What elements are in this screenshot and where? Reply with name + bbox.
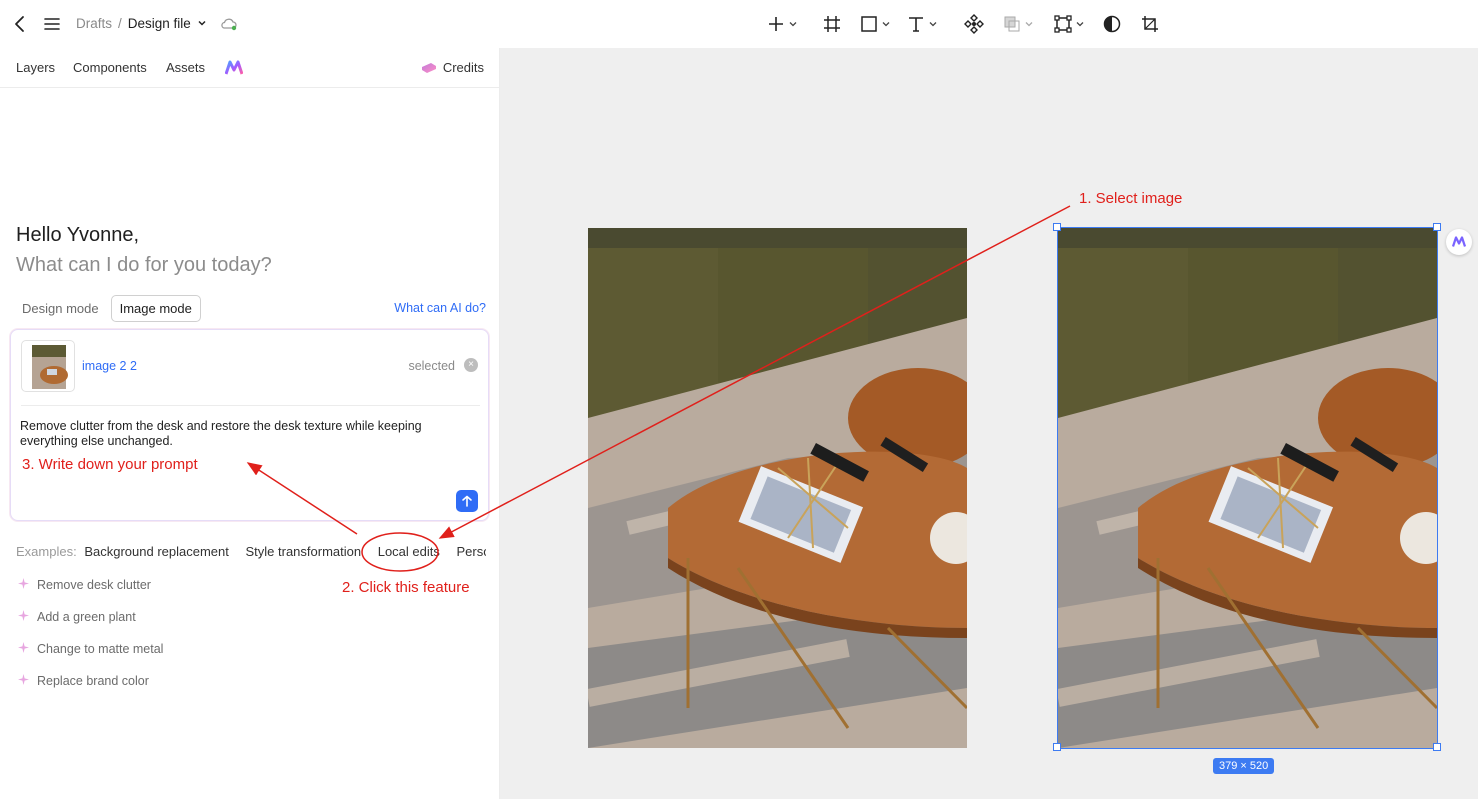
arrow-up-icon (462, 495, 472, 507)
component-tool-button[interactable] (963, 12, 985, 36)
chevron-down-icon (929, 22, 937, 27)
image-mode-tab[interactable]: Image mode (110, 295, 201, 322)
resize-handle[interactable] (1433, 743, 1441, 751)
chevron-down-icon (1076, 22, 1084, 27)
chevron-down-icon (882, 22, 890, 27)
boolean-icon (1004, 16, 1020, 32)
canvas-image-selected[interactable] (1058, 228, 1437, 748)
resize-handle[interactable] (1053, 743, 1061, 751)
vector-icon (1054, 15, 1072, 33)
examples-row: Examples: Background replacement Style t… (16, 544, 486, 568)
suggestion-label: Add a green plant (37, 610, 136, 624)
ai-assistant-panel: Layers Components Assets Credits Hello Y… (0, 48, 500, 799)
crop-tool-button[interactable] (1140, 12, 1160, 36)
send-button[interactable] (456, 490, 478, 512)
credits-icon (421, 62, 436, 73)
example-style-transformation[interactable]: Style transformation (245, 544, 361, 559)
resize-handle[interactable] (1433, 223, 1441, 231)
greeting: Hello Yvonne, (16, 224, 140, 246)
suggestion-item[interactable]: Add a green plant (18, 610, 136, 624)
top-toolbar: Drafts / Design file (0, 0, 1478, 48)
design-mode-tab[interactable]: Design mode (14, 296, 107, 321)
ai-logo-icon[interactable] (224, 60, 244, 81)
divider (21, 405, 480, 406)
suggestion-label: Remove desk clutter (37, 578, 151, 592)
canvas-image-original[interactable] (588, 228, 967, 748)
prompt-input[interactable]: Remove clutter from the desk and restore… (20, 419, 460, 449)
chevron-down-icon (789, 22, 797, 27)
add-tool-button[interactable] (766, 12, 798, 36)
menu-icon[interactable] (43, 14, 61, 34)
text-icon (909, 17, 923, 32)
suggestion-item[interactable]: Replace brand color (18, 674, 149, 688)
design-canvas[interactable]: 379 × 520 (500, 48, 1478, 799)
clear-attachment-icon[interactable]: × (464, 358, 478, 372)
text-tool-button[interactable] (906, 12, 938, 36)
frame-tool-button[interactable] (822, 12, 842, 36)
contrast-tool-button[interactable] (1102, 12, 1122, 36)
sparkle-icon (18, 578, 29, 592)
breadcrumb: Drafts / Design file (76, 16, 207, 31)
suggestion-item[interactable]: Change to matte metal (18, 642, 163, 656)
ai-logo-icon (1452, 236, 1466, 247)
tab-components[interactable]: Components (73, 60, 147, 75)
suggestion-label: Change to matte metal (37, 642, 164, 656)
example-personalization[interactable]: Persor (457, 544, 487, 559)
prompt-box: image 2 2 selected × Remove clutter from… (10, 329, 489, 521)
contrast-icon (1103, 15, 1121, 33)
boolean-tool-button[interactable] (1002, 12, 1034, 36)
breadcrumb-separator: / (118, 16, 122, 31)
attachment-status: selected (408, 359, 455, 373)
attached-image-name[interactable]: image 2 2 (82, 359, 137, 373)
panel-tabs: Layers Components Assets Credits (0, 48, 500, 88)
example-background-replacement[interactable]: Background replacement (84, 544, 229, 559)
annotation-step3: 3. Write down your prompt (22, 456, 198, 473)
vector-tool-button[interactable] (1053, 12, 1085, 36)
credits-button[interactable]: Credits (421, 60, 484, 75)
resize-handle[interactable] (1053, 223, 1061, 231)
what-can-ai-do-link[interactable]: What can AI do? (394, 301, 486, 315)
annotation-step1: 1. Select image (1079, 190, 1183, 207)
tab-layers[interactable]: Layers (16, 60, 55, 75)
chevron-down-icon[interactable] (197, 16, 207, 31)
breadcrumb-drafts[interactable]: Drafts (76, 16, 112, 31)
suggestion-label: Replace brand color (37, 674, 149, 688)
sparkle-icon (18, 610, 29, 624)
cloud-sync-icon (219, 14, 239, 34)
ai-quick-action-button[interactable] (1446, 229, 1472, 255)
rectangle-icon (861, 16, 877, 32)
component-icon (964, 14, 984, 34)
dimension-badge: 379 × 520 (1213, 758, 1275, 774)
file-name[interactable]: Design file (128, 16, 191, 31)
crop-icon (1142, 16, 1158, 32)
examples-label: Examples: (16, 544, 77, 559)
shape-tool-button[interactable] (859, 12, 891, 36)
suggestion-item[interactable]: Remove desk clutter (18, 578, 151, 592)
example-local-edits[interactable]: Local edits (378, 544, 440, 559)
frame-icon (824, 16, 840, 32)
chevron-down-icon (1025, 22, 1033, 27)
image-thumbnail (21, 340, 75, 392)
plus-icon (769, 17, 783, 31)
mode-switch: Design mode Image mode (14, 295, 201, 322)
sparkle-icon (18, 642, 29, 656)
sparkle-icon (18, 674, 29, 688)
annotation-step2: 2. Click this feature (342, 579, 470, 596)
question: What can I do for you today? (16, 254, 272, 276)
tab-assets[interactable]: Assets (166, 60, 205, 75)
credits-label: Credits (442, 60, 484, 75)
back-arrow-icon[interactable] (10, 14, 30, 34)
